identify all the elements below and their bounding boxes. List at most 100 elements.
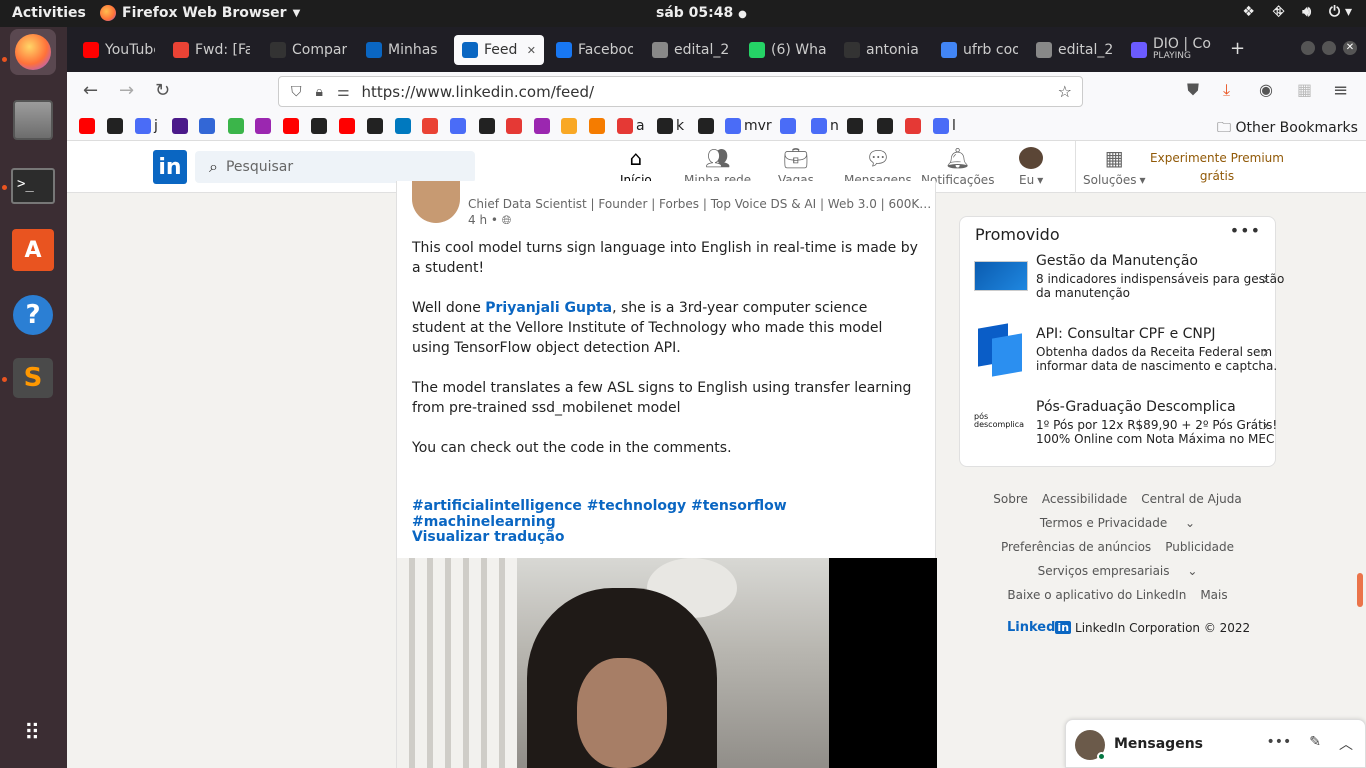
bookmark-item[interactable] <box>561 118 577 134</box>
scrollbar[interactable] <box>1357 573 1363 607</box>
tab-11[interactable]: DIO | Co PLAYING <box>1123 35 1218 65</box>
bookmark-item[interactable]: mvr <box>725 118 772 134</box>
nav-item-5[interactable]: Eu ▾ <box>1019 147 1043 187</box>
compose-icon[interactable]: ✎ <box>1309 734 1321 754</box>
bookmark-item[interactable] <box>255 118 271 134</box>
footer-link[interactable]: Baixe o aplicativo do LinkedIn <box>1007 588 1186 602</box>
shield-icon[interactable]: ⛉ <box>291 84 302 100</box>
tab-7[interactable]: (6) Wha <box>741 35 826 65</box>
forward-button[interactable]: → <box>119 80 134 101</box>
tab-2[interactable]: Compar <box>262 35 347 65</box>
bookmark-item[interactable] <box>79 118 95 134</box>
bookmark-item[interactable]: a <box>617 118 645 134</box>
ad-item[interactable]: API: Consultar CPF e CNPJ Obtenha dados … <box>974 323 1277 386</box>
tab-8[interactable]: antonia <box>836 35 921 65</box>
tab-label-group: DIO | Co PLAYING <box>1153 37 1211 62</box>
bookmark-item[interactable] <box>422 118 438 134</box>
tab-9[interactable]: ufrb coo <box>933 35 1018 65</box>
lock-icon[interactable]: 🔒︎ <box>316 84 323 100</box>
footer-link[interactable]: Publicidade <box>1165 540 1234 554</box>
bookmark-item[interactable] <box>228 118 244 134</box>
more-options-icon[interactable]: ••• <box>1266 734 1291 754</box>
bookmark-item[interactable] <box>506 118 522 134</box>
bookmark-item[interactable] <box>589 118 605 134</box>
footer-link[interactable]: Sobre <box>993 492 1028 506</box>
tab-1[interactable]: Fwd: [Fa <box>165 35 250 65</box>
bookmark-item[interactable] <box>199 118 215 134</box>
reload-button[interactable]: ↻ <box>155 80 170 101</box>
mention-link[interactable]: Priyanjali Gupta <box>485 300 612 316</box>
bookmark-item[interactable] <box>395 118 411 134</box>
tab-4[interactable]: Feed ✕ <box>454 35 544 65</box>
bookmark-item[interactable] <box>283 118 299 134</box>
more-options-icon[interactable]: ••• <box>1230 221 1261 240</box>
minimize-button[interactable] <box>1301 41 1315 55</box>
hashtags[interactable]: #artificialintelligence #technology #ten… <box>412 498 935 530</box>
footer-link[interactable]: Serviços empresariais ⌄ <box>1031 564 1205 578</box>
software-center-dock-icon[interactable]: A <box>10 227 56 273</box>
footer-link[interactable]: Central de Ajuda <box>1141 492 1241 506</box>
footer-link[interactable]: Mais <box>1200 588 1227 602</box>
extension-icon[interactable]: ▦ <box>1297 80 1312 99</box>
activities-button[interactable]: Activities <box>12 5 86 21</box>
translate-link[interactable]: Visualizar tradução <box>412 529 565 545</box>
bookmark-item[interactable] <box>339 118 355 134</box>
app-menu[interactable]: Firefox Web Browser ▼ <box>100 5 300 21</box>
tab-5[interactable]: Faceboo <box>548 35 633 65</box>
pocket-icon[interactable]: ⛊ <box>1187 80 1199 100</box>
show-applications-icon[interactable]: ⠿ <box>10 711 56 757</box>
sublime-text-dock-icon[interactable]: S <box>10 355 56 401</box>
post-video[interactable] <box>397 558 937 768</box>
permissions-icon[interactable]: ⚌ <box>337 84 350 100</box>
extension-icon[interactable]: ◉ <box>1259 80 1273 99</box>
bookmark-item[interactable] <box>479 118 495 134</box>
bookmark-item[interactable] <box>107 118 123 134</box>
footer-link[interactable]: Acessibilidade <box>1042 492 1127 506</box>
linkedin-logo[interactable]: in <box>153 150 187 184</box>
system-tray[interactable]: ❖ ⛗ 🔊︎ ⏻ ▾ <box>1242 4 1352 20</box>
footer-link[interactable]: Preferências de anúncios <box>1001 540 1151 554</box>
search-input[interactable]: ⌕ Pesquisar <box>195 151 475 183</box>
bookmark-item[interactable] <box>534 118 550 134</box>
chevron-up-icon[interactable]: ︿ <box>1339 734 1353 754</box>
bookmark-star-icon[interactable]: ☆ <box>1058 82 1072 101</box>
messaging-widget[interactable]: Mensagens ••• ✎ ︿ <box>1065 719 1366 768</box>
tab-10[interactable]: edital_22_2 <box>1028 35 1113 65</box>
help-dock-icon[interactable]: ? <box>10 292 56 338</box>
nav-item-6[interactable]: ▦ Soluções ▾ <box>1083 146 1146 187</box>
ad-item[interactable]: Gestão da Manutenção 8 indicadores indis… <box>974 253 1284 313</box>
clock[interactable]: sáb 05:48 ● <box>656 5 747 21</box>
downloads-icon[interactable]: ⤓ <box>1223 80 1230 100</box>
ad-item[interactable]: pós descomplica Pós-Graduação Descomplic… <box>974 399 1277 459</box>
bookmark-item[interactable] <box>780 118 796 134</box>
bookmark-item[interactable]: j <box>135 118 158 134</box>
firefox-dock-icon[interactable] <box>10 29 56 75</box>
premium-link[interactable]: Experimente Premium grátis <box>1147 149 1287 185</box>
bookmark-item[interactable] <box>450 118 466 134</box>
bookmark-item[interactable]: n <box>811 118 839 134</box>
new-tab-button[interactable]: + <box>1230 38 1245 59</box>
tab-6[interactable]: edital_22_2 <box>644 35 729 65</box>
menu-icon[interactable]: ≡ <box>1333 80 1348 101</box>
bookmark-item[interactable]: k <box>657 118 684 134</box>
author-avatar[interactable] <box>412 181 460 223</box>
bookmark-item[interactable] <box>311 118 327 134</box>
back-button[interactable]: ← <box>83 80 98 101</box>
terminal-dock-icon[interactable]: >_ <box>10 163 56 209</box>
bookmark-item[interactable] <box>905 118 921 134</box>
url-bar[interactable]: ⛉ 🔒︎ ⚌ https://www.linkedin.com/feed/ ☆ <box>278 76 1083 107</box>
files-dock-icon[interactable] <box>10 97 56 143</box>
tab-3[interactable]: Minhas <box>358 35 443 65</box>
maximize-button[interactable] <box>1322 41 1336 55</box>
close-window-button[interactable]: ✕ <box>1343 41 1357 55</box>
bookmark-item[interactable]: l <box>933 118 956 134</box>
tab-0[interactable]: YouTube <box>75 35 155 65</box>
bookmark-item[interactable] <box>367 118 383 134</box>
bookmark-item[interactable] <box>847 118 863 134</box>
close-tab-icon[interactable]: ✕ <box>527 44 536 57</box>
footer-link[interactable]: Termos e Privacidade ⌄ <box>1033 516 1202 530</box>
bookmark-item[interactable] <box>877 118 893 134</box>
bookmark-item[interactable] <box>698 118 714 134</box>
other-bookmarks[interactable]: 🗀 Other Bookmarks <box>1217 117 1358 141</box>
bookmark-item[interactable] <box>172 118 188 134</box>
